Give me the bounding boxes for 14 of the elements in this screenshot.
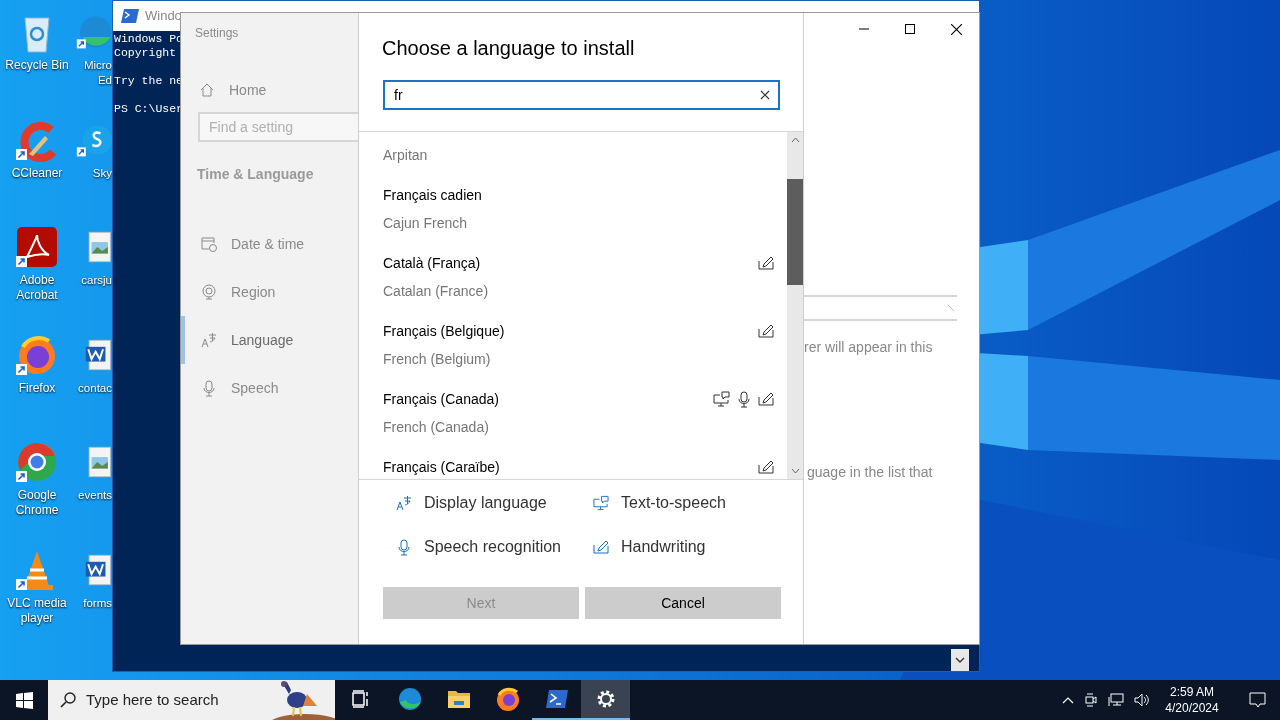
windows-logo-icon [15,691,33,709]
search-box[interactable]: Type here to search [48,680,335,720]
volume-icon[interactable] [1134,693,1150,707]
task-view-icon[interactable] [350,690,371,708]
edge-browser-icon[interactable] [397,687,422,711]
search-icon [60,692,76,708]
camera-icon[interactable] [1084,692,1098,708]
folder-icon[interactable] [446,689,471,709]
clock[interactable]: 2:59 AM 4/20/2024 [1160,684,1224,716]
taskbar-button[interactable] [581,680,630,720]
powershell-icon[interactable] [544,689,569,709]
firefox-icon[interactable] [495,687,520,711]
chat-bubble-icon [1248,692,1266,708]
network-icon[interactable] [1108,693,1124,707]
